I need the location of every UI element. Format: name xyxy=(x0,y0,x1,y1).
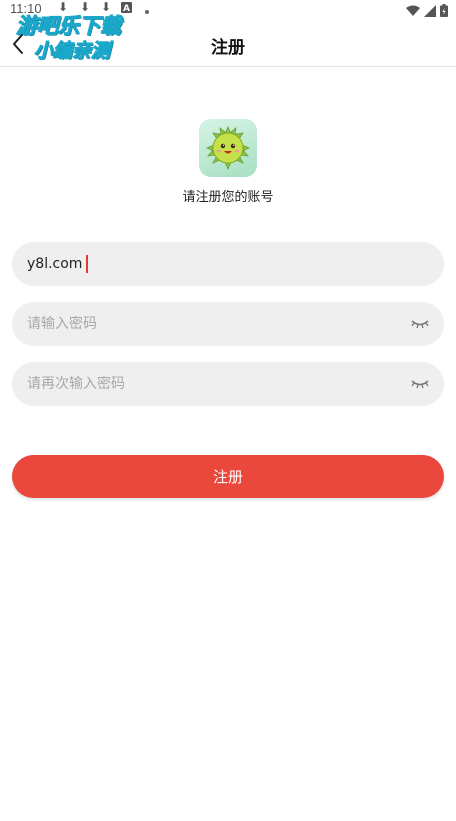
password-input[interactable] xyxy=(27,302,407,346)
account-input[interactable] xyxy=(27,242,407,286)
account-field[interactable] xyxy=(12,242,444,286)
dot-icon xyxy=(144,4,150,18)
battery-icon xyxy=(440,2,448,21)
status-icons xyxy=(406,2,448,21)
password-field[interactable] xyxy=(12,302,444,346)
nav-bar: 注册 xyxy=(0,20,456,67)
text-cursor xyxy=(86,255,88,273)
page-title: 注册 xyxy=(211,38,245,58)
eye-closed-icon[interactable] xyxy=(410,376,430,390)
durian-mascot-icon xyxy=(199,125,257,177)
signal-icon xyxy=(424,2,436,21)
register-subtitle: 请注册您的账号 xyxy=(182,190,274,205)
app-logo xyxy=(199,119,257,177)
confirm-password-field[interactable] xyxy=(12,362,444,406)
eye-closed-icon[interactable] xyxy=(410,316,430,330)
register-button[interactable]: 注册 xyxy=(12,455,444,498)
wifi-icon xyxy=(406,2,420,21)
confirm-password-input[interactable] xyxy=(27,362,407,406)
